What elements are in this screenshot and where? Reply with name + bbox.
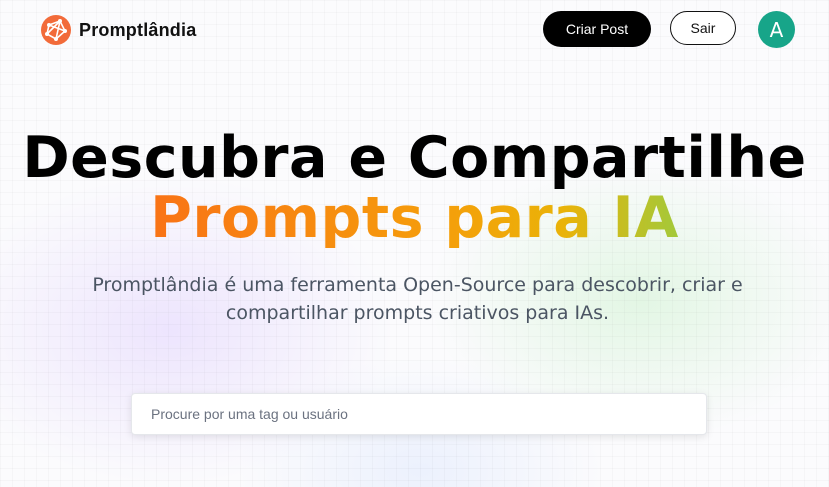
brand-name: Promptlândia — [79, 19, 197, 40]
globe-network-icon — [41, 15, 71, 45]
top-navbar: Promptlândia Criar Post Sair A — [0, 0, 829, 60]
brand-link[interactable]: Promptlândia — [40, 14, 196, 46]
title-line-2: Prompts para IA — [150, 185, 679, 251]
hero-description: Promptlândia é uma ferramenta Open-Sourc… — [92, 274, 743, 324]
avatar[interactable]: A — [758, 11, 795, 48]
title-line-1: Descubra e Compartilhe — [22, 125, 807, 191]
page-title: Descubra e Compartilhe Prompts para IA — [0, 128, 829, 248]
search-input[interactable] — [132, 394, 706, 434]
logout-button[interactable]: Sair — [670, 11, 736, 45]
search-form — [131, 393, 707, 435]
create-post-button[interactable]: Criar Post — [543, 11, 651, 47]
